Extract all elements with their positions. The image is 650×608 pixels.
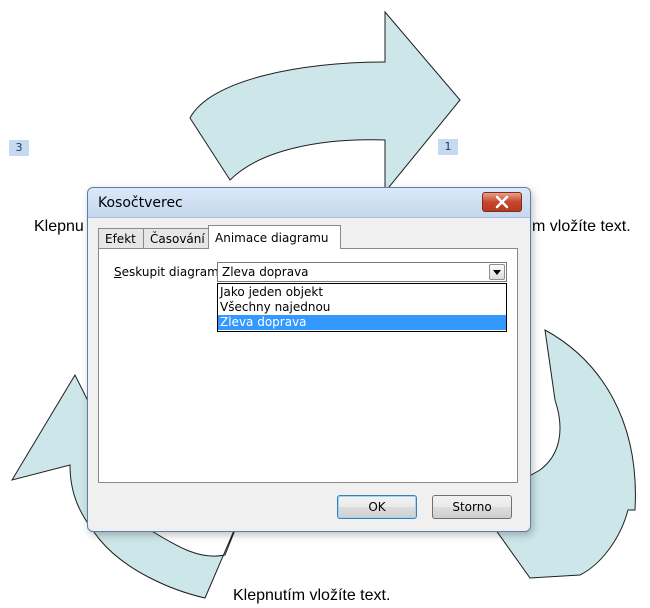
option-jako-jeden-objekt[interactable]: Jako jeden objekt: [218, 285, 506, 300]
dialog-title: Kosočtverec: [98, 195, 183, 211]
tab-panel-animace: Seskupit diagram: Zleva doprava Jako jed…: [98, 248, 518, 483]
group-diagram-select[interactable]: Zleva doprava: [217, 262, 507, 282]
tab-label: Animace diagramu: [215, 231, 329, 245]
tab-casovani[interactable]: Časování: [143, 228, 209, 248]
group-diagram-label: Seskupit diagram:: [114, 265, 223, 279]
arrow-top[interactable]: [189, 10, 461, 194]
dialog-titlebar[interactable]: Kosočtverec: [88, 188, 530, 218]
diagram-number-badge-1: 1: [438, 139, 458, 155]
option-vsechny-najednou[interactable]: Všechny najednou: [218, 300, 506, 315]
placeholder-text-bottom[interactable]: Klepnutím vložíte text.: [233, 587, 390, 605]
chevron-down-icon[interactable]: [489, 264, 505, 280]
label-rest: eskupit diagram:: [121, 265, 223, 279]
tab-animace-diagramu[interactable]: Animace diagramu: [208, 225, 341, 249]
tab-efekt[interactable]: Efekt: [98, 228, 144, 248]
dialog-kosoctverec: Kosočtverec Efekt Časování Animace diagr…: [87, 187, 531, 532]
placeholder-text-left[interactable]: Klepnu: [34, 218, 84, 236]
close-button[interactable]: [482, 192, 522, 212]
option-zleva-doprava[interactable]: Zleva doprava: [218, 315, 506, 330]
group-diagram-options: Jako jeden objekt Všechny najednou Zleva…: [217, 283, 507, 332]
tab-label: Časování: [150, 232, 205, 246]
label-accelerator: S: [114, 265, 122, 279]
placeholder-text-right[interactable]: m vložíte text.: [532, 218, 631, 236]
close-icon: [495, 195, 509, 209]
tab-label: Efekt: [105, 232, 136, 246]
cancel-button[interactable]: Storno: [432, 495, 512, 519]
diagram-number-badge-3: 3: [9, 140, 29, 156]
select-value: Zleva doprava: [222, 265, 309, 279]
ok-button[interactable]: OK: [337, 495, 417, 519]
